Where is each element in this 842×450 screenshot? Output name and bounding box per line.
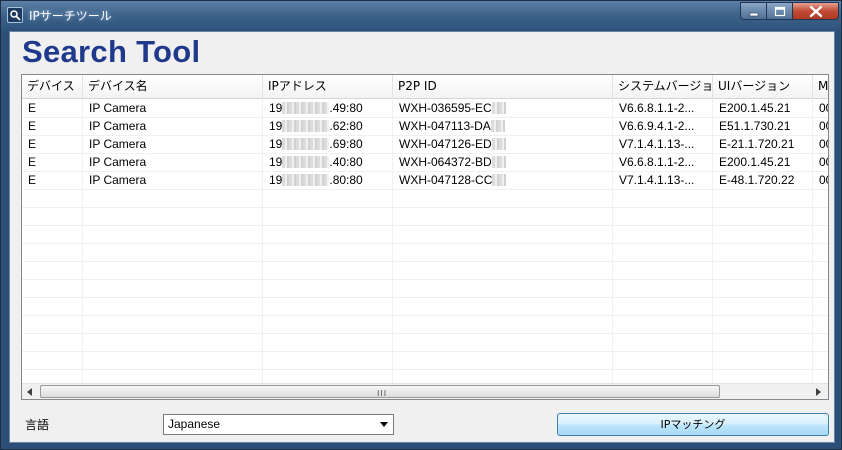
title-bar[interactable]: IPサーチツール	[1, 1, 841, 30]
column-device-name[interactable]: デバイス名	[83, 75, 263, 98]
p2p-id-cell: WXH-036595-EC	[393, 99, 613, 117]
table-row[interactable]: E IP Camera 19.62:80 WXH-047113-DA V6.6.…	[22, 117, 828, 136]
device-name-cell: IP Camera	[89, 173, 147, 187]
device-name-cell: IP Camera	[89, 155, 147, 169]
device-name-cell: IP Camera	[89, 119, 147, 133]
table-row[interactable]: E IP Camera 19.40:80 WXH-064372-BD V6.6.…	[22, 153, 828, 172]
list-header: デバイス デバイス名 IPアドレス P2P ID システムバージョン UIバージ…	[22, 75, 828, 99]
close-button[interactable]	[793, 2, 839, 20]
m-cell: 00	[819, 173, 828, 187]
ui-version-cell: E-48.1.720.22	[719, 173, 795, 187]
column-m[interactable]: M	[813, 75, 828, 98]
system-version-cell: V7.1.4.1.13-...	[619, 173, 695, 187]
app-icon	[7, 7, 23, 23]
close-icon	[809, 5, 823, 18]
minimize-icon	[749, 12, 759, 17]
device-name-cell: IP Camera	[89, 137, 147, 151]
ui-version-cell: E-21.1.720.21	[719, 137, 795, 151]
window-title: IPサーチツール	[29, 9, 112, 23]
device-cell: E	[28, 119, 37, 133]
column-ip-address[interactable]: IPアドレス	[263, 75, 393, 98]
device-name-cell: IP Camera	[89, 101, 147, 115]
system-version-cell: V6.6.8.1.1-2...	[619, 155, 695, 169]
ip-matching-button[interactable]: IPマッチング	[557, 413, 829, 436]
device-cell: E	[28, 101, 37, 115]
maximize-button[interactable]	[767, 2, 793, 20]
scroll-thumb[interactable]: III	[40, 385, 720, 398]
column-system-version[interactable]: システムバージョン	[613, 75, 713, 98]
app-window: IPサーチツール Search Tool デバイス デバイス名 IPアドレス P…	[0, 0, 842, 450]
m-cell: 00	[819, 119, 828, 133]
table-row[interactable]: E IP Camera 19.80:80 WXH-047128-CC V7.1.…	[22, 171, 828, 190]
device-cell: E	[28, 155, 37, 169]
column-device[interactable]: デバイス	[22, 75, 83, 98]
language-value: Japanese	[168, 417, 221, 431]
table-row[interactable]: E IP Camera 19.49:80 WXH-036595-EC V6.6.…	[22, 99, 828, 118]
ui-version-cell: E51.1.730.21	[719, 119, 791, 133]
horizontal-scrollbar[interactable]: III	[22, 383, 828, 399]
p2p-id-cell: WXH-047126-ED	[393, 135, 613, 153]
minimize-button[interactable]	[740, 2, 767, 20]
p2p-id-cell: WXH-047128-CC	[393, 171, 613, 189]
ui-version-cell: E200.1.45.21	[719, 155, 791, 169]
p2p-id-cell: WXH-064372-BD	[393, 153, 613, 171]
client-area: Search Tool デバイス デバイス名 IPアドレス P2P ID システ…	[9, 31, 835, 443]
language-label: 言語	[25, 418, 50, 432]
scroll-left-button[interactable]	[22, 384, 39, 399]
page-title: Search Tool	[22, 34, 201, 69]
m-cell: 00	[819, 101, 828, 115]
system-version-cell: V7.1.4.1.13-...	[619, 137, 695, 151]
column-p2p-id[interactable]: P2P ID	[393, 75, 613, 98]
device-cell: E	[28, 173, 37, 187]
ip-address-cell: 19.62:80	[269, 119, 363, 133]
chevron-down-icon	[380, 422, 388, 427]
column-ui-version[interactable]: UIバージョン	[713, 75, 813, 98]
scroll-right-button[interactable]	[811, 384, 828, 399]
device-cell: E	[28, 137, 37, 151]
system-version-cell: V6.6.8.1.1-2...	[619, 101, 695, 115]
ip-address-cell: 19.69:80	[269, 137, 363, 151]
m-cell: 00	[819, 137, 828, 151]
ui-version-cell: E200.1.45.21	[719, 101, 791, 115]
table-row[interactable]: E IP Camera 19.69:80 WXH-047126-ED V7.1.…	[22, 135, 828, 154]
scroll-grip: III	[377, 389, 388, 398]
p2p-id-cell: WXH-047113-DA	[393, 117, 613, 135]
ip-address-cell: 19.80:80	[269, 173, 363, 187]
system-version-cell: V6.6.9.4.1-2...	[619, 119, 695, 133]
m-cell: 00	[819, 155, 828, 169]
dropdown-arrow[interactable]	[376, 415, 393, 434]
device-list[interactable]: デバイス デバイス名 IPアドレス P2P ID システムバージョン UIバージ…	[21, 74, 829, 400]
ip-address-cell: 19.40:80	[269, 155, 363, 169]
maximize-icon	[774, 6, 786, 17]
arrow-right-icon	[816, 388, 821, 396]
arrow-left-icon	[27, 388, 32, 396]
language-select[interactable]: Japanese	[163, 414, 394, 435]
ip-address-cell: 19.49:80	[269, 101, 363, 115]
